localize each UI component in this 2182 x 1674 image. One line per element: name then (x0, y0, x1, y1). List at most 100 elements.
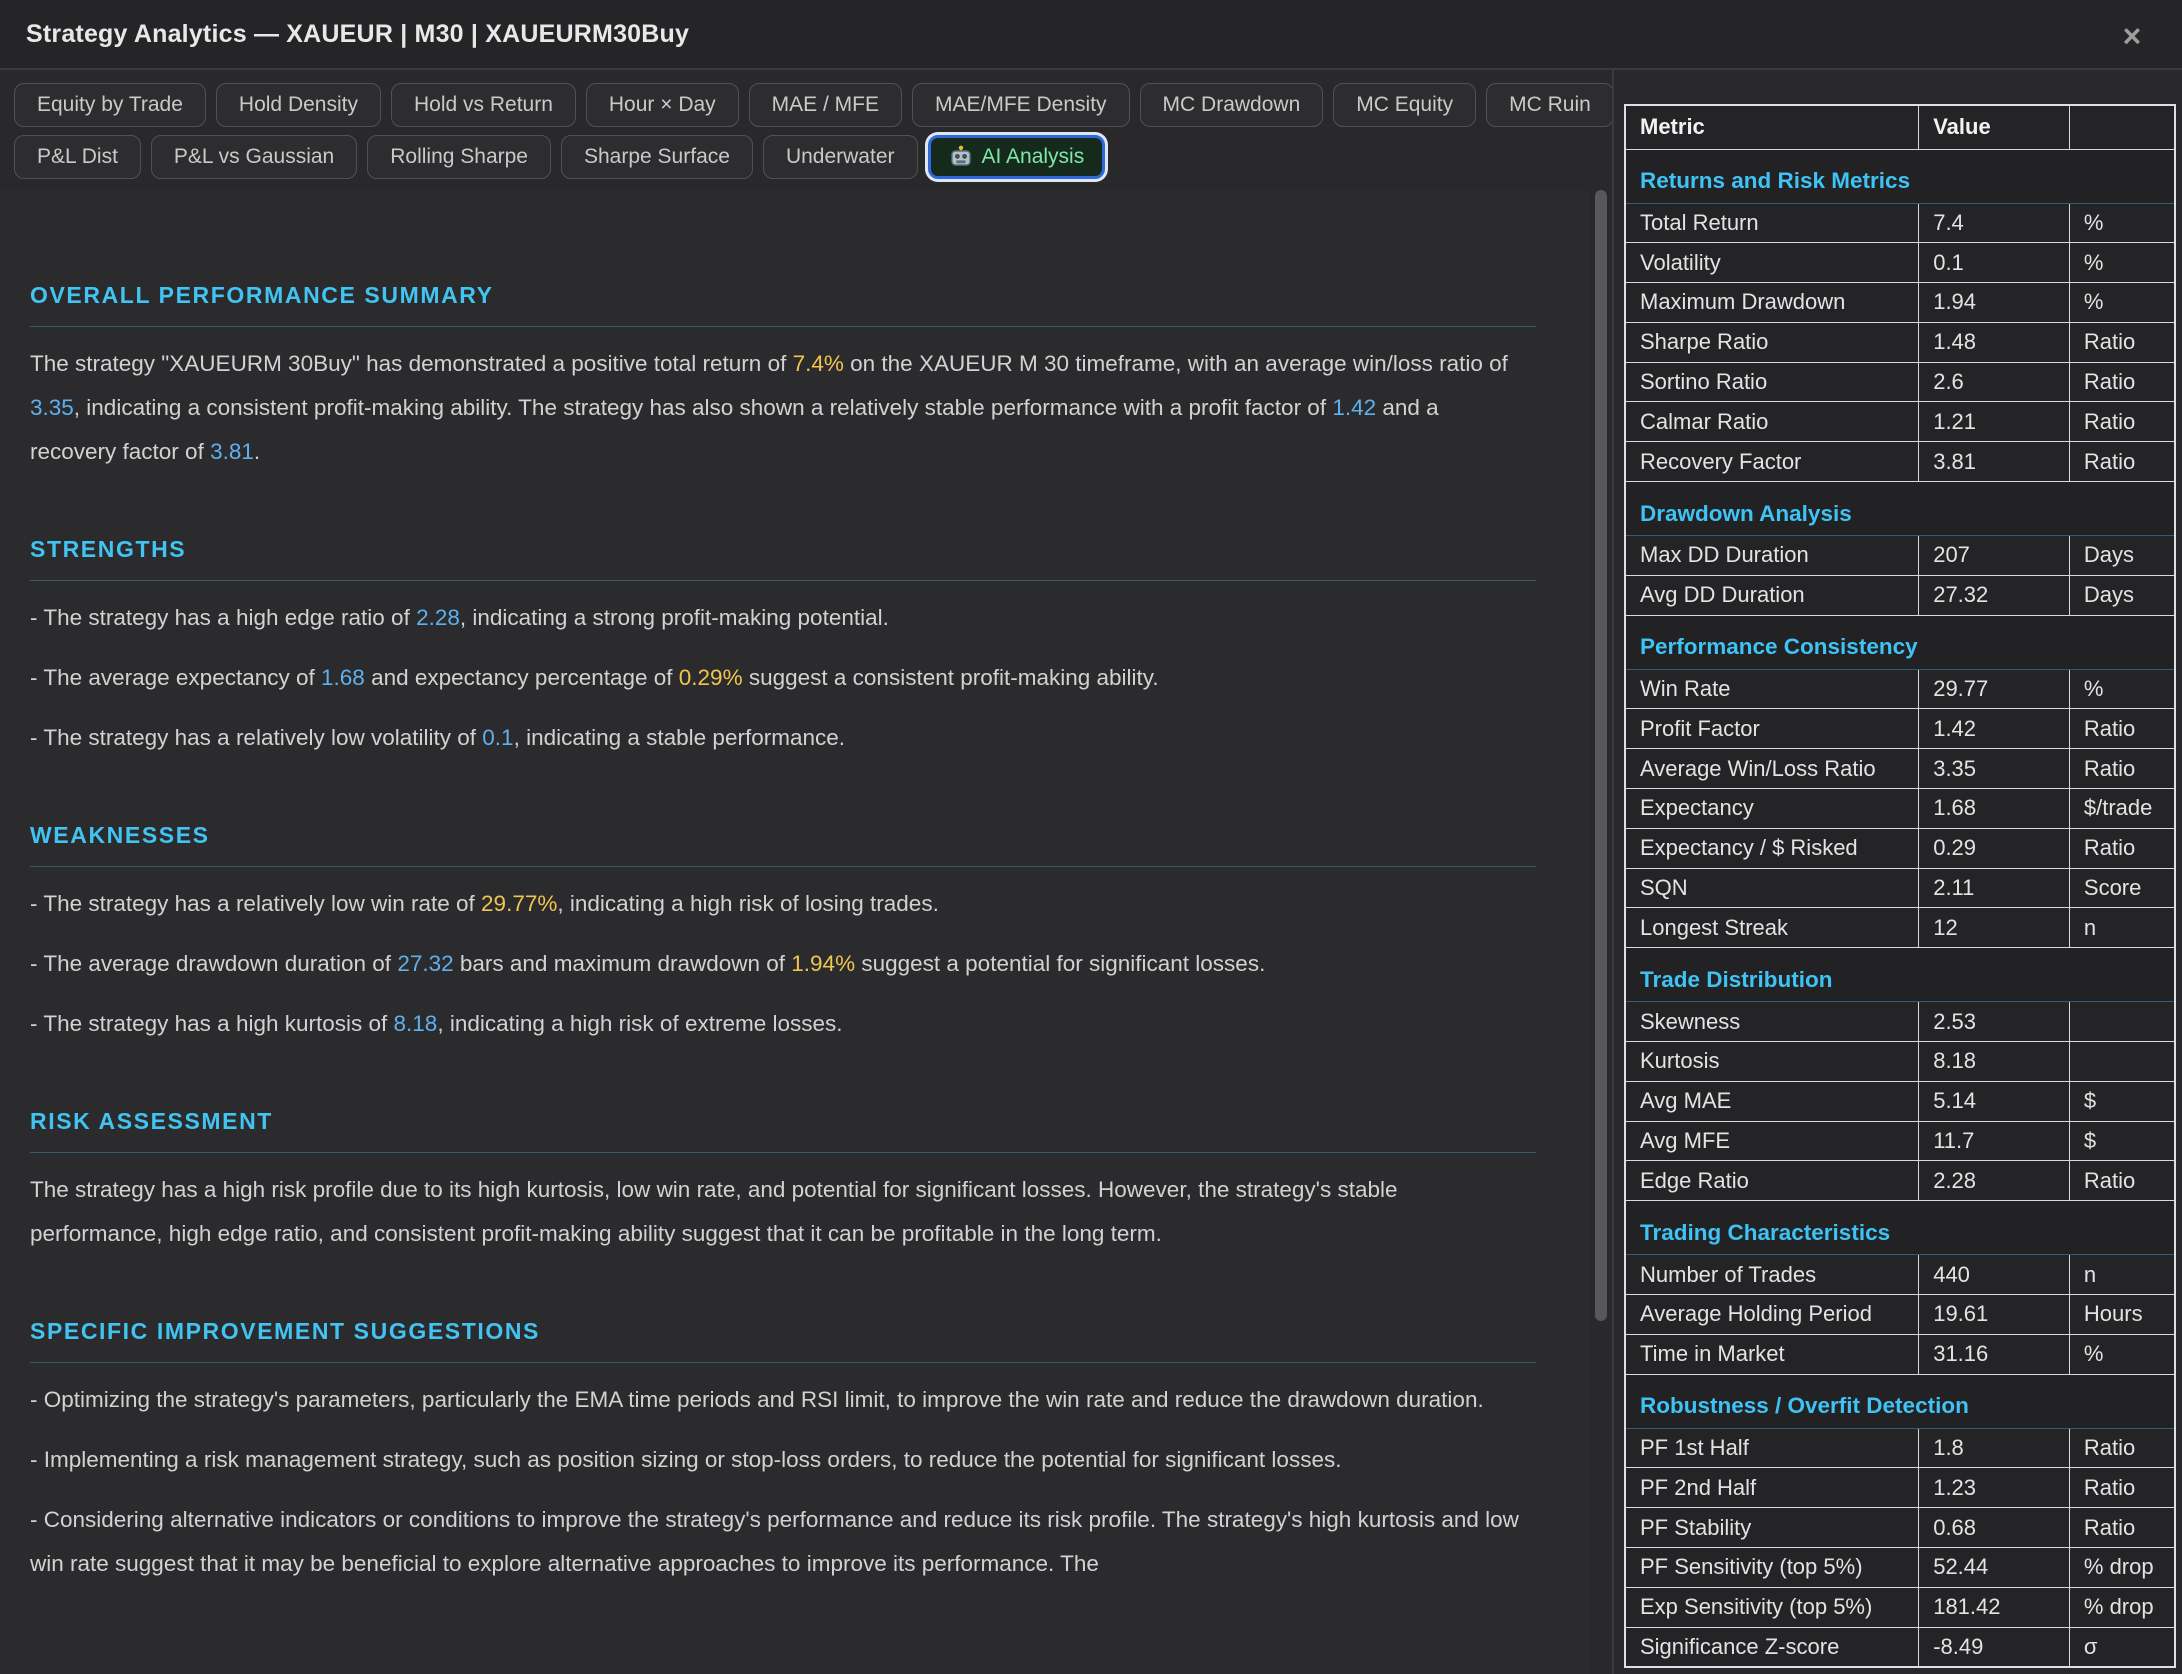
tab-label: Rolling Sharpe (390, 145, 528, 169)
content-scrollbar[interactable] (1595, 190, 1607, 1321)
tab-p-l-vs-gaussian[interactable]: P&L vs Gaussian (151, 135, 357, 179)
metric-unit: % (2069, 243, 2175, 283)
metric-name: Avg DD Duration (1625, 575, 1919, 615)
metric-unit: % (2069, 1334, 2175, 1374)
metric-name: Number of Trades (1625, 1255, 1919, 1295)
metric-unit: Ratio (2069, 828, 2175, 868)
text-run: The strategy has a high risk profile due… (30, 1177, 1397, 1246)
tab-mc-ruin[interactable]: MC Ruin (1486, 83, 1614, 127)
table-row: PF 2nd Half1.23Ratio (1625, 1468, 2175, 1508)
metric-value: 0.1 (1919, 243, 2070, 283)
analysis-section-weaknesses: WEAKNESSES - The strategy has a relativel… (30, 822, 1520, 1046)
metric-unit: % drop (2069, 1548, 2175, 1588)
tab-label: Hold Density (239, 93, 358, 117)
metric-unit: % (2069, 203, 2175, 243)
tab-mc-drawdown[interactable]: MC Drawdown (1140, 83, 1324, 127)
table-section-title: Drawdown Analysis (1625, 482, 2175, 536)
metric-value: 12 (1919, 908, 2070, 948)
metric-unit: % (2069, 669, 2175, 709)
metric-name: Maximum Drawdown (1625, 283, 1919, 323)
table-section-row: Robustness / Overfit Detection (1625, 1374, 2175, 1428)
tab-label: MAE/MFE Density (935, 93, 1107, 117)
section-heading: SPECIFIC IMPROVEMENT SUGGESTIONS (30, 1318, 1520, 1345)
text-run: - The strategy has a relatively low win … (30, 891, 481, 916)
metric-name: Max DD Duration (1625, 536, 1919, 576)
tab-ai-analysis[interactable]: AI Analysis (928, 135, 1106, 179)
highlighted-value: 7.4% (793, 351, 844, 376)
text-run: bars and maximum drawdown of (454, 951, 792, 976)
text-run: suggest a potential for significant loss… (855, 951, 1265, 976)
metric-name: Edge Ratio (1625, 1161, 1919, 1201)
metric-value: 181.42 (1919, 1587, 2070, 1627)
metrics-panel: MetricValueReturns and Risk MetricsTotal… (1612, 70, 2182, 1674)
table-row: Volatility0.1% (1625, 243, 2175, 283)
tab-mae-mfe-density[interactable]: MAE/MFE Density (912, 83, 1130, 127)
metric-unit: Ratio (2069, 1468, 2175, 1508)
tab-hour-day[interactable]: Hour × Day (586, 83, 739, 127)
metric-value: 207 (1919, 536, 2070, 576)
metric-name: Average Win/Loss Ratio (1625, 749, 1919, 789)
tab-label: MC Equity (1356, 93, 1453, 117)
metric-name: Recovery Factor (1625, 442, 1919, 482)
metric-value: 2.11 (1919, 868, 2070, 908)
table-row: PF Stability0.68Ratio (1625, 1508, 2175, 1548)
tab-mc-equity[interactable]: MC Equity (1333, 83, 1476, 127)
tab-rolling-sharpe[interactable]: Rolling Sharpe (367, 135, 551, 179)
section-heading: WEAKNESSES (30, 822, 1520, 849)
table-row: Calmar Ratio1.21Ratio (1625, 402, 2175, 442)
metric-unit: Ratio (2069, 749, 2175, 789)
metric-value: 440 (1919, 1255, 2070, 1295)
content-scrollbar-track (1595, 190, 1608, 1674)
table-section-row: Trade Distribution (1625, 948, 2175, 1002)
metric-unit: Days (2069, 536, 2175, 576)
metric-unit: Ratio (2069, 402, 2175, 442)
section-heading: RISK ASSESSMENT (30, 1108, 1520, 1135)
text-run: , indicating a high risk of losing trade… (557, 891, 938, 916)
window-title: Strategy Analytics — XAUEUR | M30 | XAUE… (26, 20, 689, 49)
tab-underwater[interactable]: Underwater (763, 135, 918, 179)
close-icon[interactable]: × (2112, 16, 2152, 56)
metric-name: Time in Market (1625, 1334, 1919, 1374)
highlighted-value: 29.77% (481, 891, 557, 916)
tab-hold-vs-return[interactable]: Hold vs Return (391, 83, 576, 127)
metric-value: 0.29 (1919, 828, 2070, 868)
metric-unit: n (2069, 908, 2175, 948)
metric-name: Significance Z-score (1625, 1627, 1919, 1667)
table-row: PF 1st Half1.8Ratio (1625, 1428, 2175, 1468)
metric-name: Kurtosis (1625, 1042, 1919, 1082)
metric-value: 1.48 (1919, 322, 2070, 362)
tab-equity-by-trade[interactable]: Equity by Trade (14, 83, 206, 127)
metric-unit: Ratio (2069, 322, 2175, 362)
text-run: - Optimizing the strategy's parameters, … (30, 1387, 1484, 1412)
table-row: Average Win/Loss Ratio3.35Ratio (1625, 749, 2175, 789)
tab-hold-density[interactable]: Hold Density (216, 83, 381, 127)
analysis-section-risk-assessment: RISK ASSESSMENT The strategy has a high r… (30, 1108, 1520, 1256)
metric-value: 1.68 (1919, 789, 2070, 829)
table-row: Maximum Drawdown1.94% (1625, 283, 2175, 323)
metric-name: Total Return (1625, 203, 1919, 243)
section-heading: OVERALL PERFORMANCE SUMMARY (30, 282, 1520, 309)
analysis-paragraph: - The strategy has a relatively low vola… (30, 716, 1520, 760)
text-run: - The average expectancy of (30, 665, 321, 690)
table-row: Sharpe Ratio1.48Ratio (1625, 322, 2175, 362)
metric-unit: Ratio (2069, 362, 2175, 402)
text-run: , indicating a strong profit-making pote… (460, 605, 889, 630)
text-run: , indicating a consistent profit-making … (74, 395, 1333, 420)
tab-p-l-dist[interactable]: P&L Dist (14, 135, 141, 179)
table-row: Win Rate29.77% (1625, 669, 2175, 709)
metric-name: PF 2nd Half (1625, 1468, 1919, 1508)
tab-mae-mfe[interactable]: MAE / MFE (749, 83, 902, 127)
tab-label: MC Drawdown (1163, 93, 1301, 117)
metric-unit: Ratio (2069, 1508, 2175, 1548)
table-row: Total Return7.4% (1625, 203, 2175, 243)
table-header-row: MetricValue (1625, 105, 2175, 149)
highlighted-value: 8.18 (394, 1011, 438, 1036)
metric-value: 8.18 (1919, 1042, 2070, 1082)
tab-label: Underwater (786, 145, 895, 169)
table-row: Recovery Factor3.81Ratio (1625, 442, 2175, 482)
metric-value: 2.28 (1919, 1161, 2070, 1201)
tab-sharpe-surface[interactable]: Sharpe Surface (561, 135, 753, 179)
column-header-unit (2069, 105, 2175, 149)
metric-name: Sharpe Ratio (1625, 322, 1919, 362)
metric-value: 1.21 (1919, 402, 2070, 442)
